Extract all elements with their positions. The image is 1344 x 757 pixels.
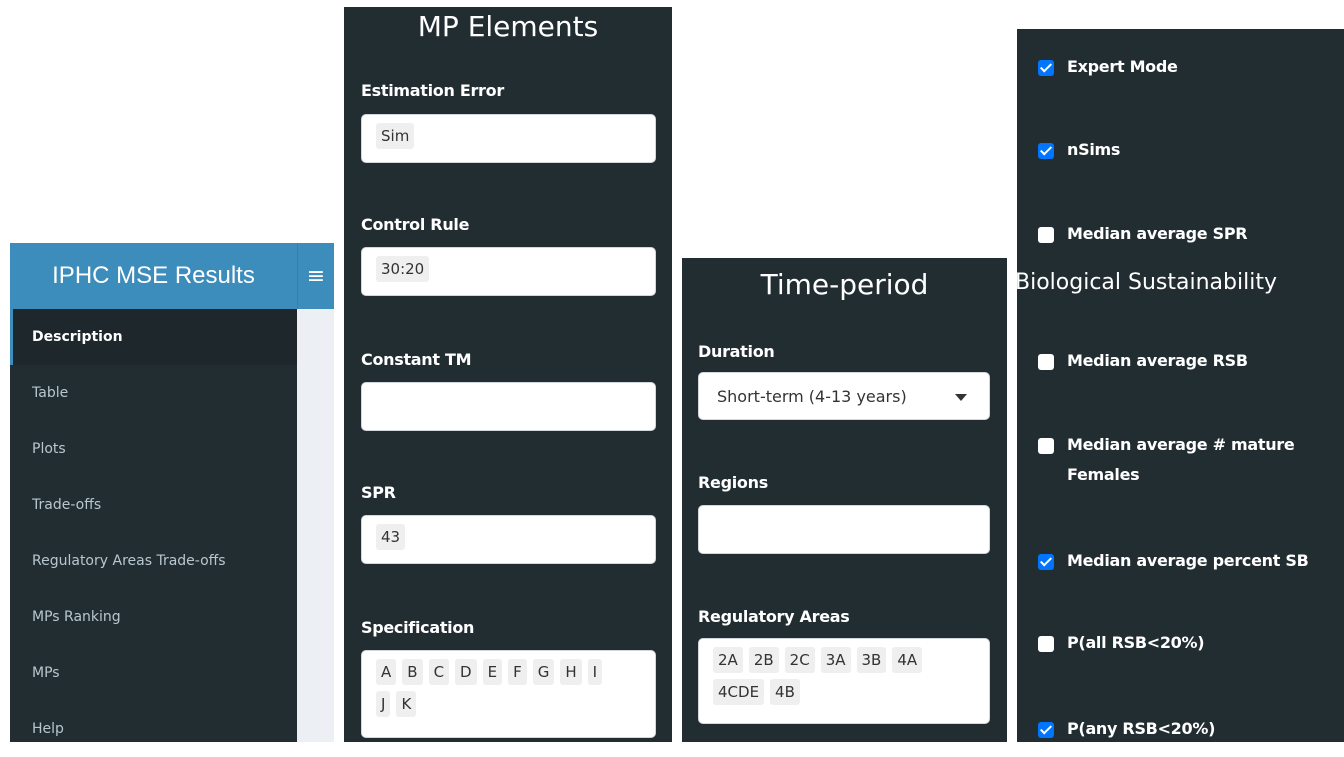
median-spr-label: Median average SPR	[1067, 224, 1248, 243]
sidebar-toggle-button[interactable]: ≡	[297, 243, 334, 309]
regulatory-areas-label: Regulatory Areas	[698, 607, 850, 626]
sidebar-item-mps-ranking[interactable]: MPs Ranking	[10, 589, 297, 645]
expert-mode-option[interactable]: Expert Mode	[1038, 57, 1178, 82]
sidebar-menu: Description Table Plots Trade-offs Regul…	[10, 309, 297, 742]
constant-tm-select[interactable]	[361, 382, 656, 431]
regulatory-area-chip[interactable]: 4CDE	[713, 679, 765, 705]
regulatory-area-chip[interactable]: 3B	[856, 647, 887, 673]
sidebar-panel: IPHC MSE Results ≡ Description Table Plo…	[10, 243, 334, 742]
regions-select[interactable]	[698, 505, 990, 554]
expert-mode-checkbox[interactable]	[1038, 60, 1054, 76]
median-percent-sb-label: Median average percent SB	[1067, 551, 1309, 570]
specification-chip[interactable]: K	[396, 691, 417, 717]
regulatory-area-chip[interactable]: 2B	[748, 647, 779, 673]
median-spr-checkbox[interactable]	[1038, 227, 1054, 243]
p-all-rsb-option[interactable]: P(all RSB<20%)	[1038, 633, 1205, 658]
estimation-error-select[interactable]: Sim	[361, 114, 656, 163]
p-any-rsb-option[interactable]: P(any RSB<20%)	[1038, 719, 1215, 742]
biological-sustainability-heading: Biological Sustainability	[1017, 270, 1277, 295]
duration-value: Short-term (4-13 years)	[717, 386, 907, 406]
regulatory-area-chip[interactable]: 2A	[713, 647, 743, 673]
median-rsb-checkbox[interactable]	[1038, 354, 1054, 370]
p-any-rsb-checkbox[interactable]	[1038, 722, 1054, 738]
p-any-rsb-label: P(any RSB<20%)	[1067, 719, 1216, 738]
specification-label: Specification	[361, 618, 475, 637]
median-percent-sb-option[interactable]: Median average percent SB	[1038, 551, 1309, 576]
regulatory-area-chip[interactable]: 4A	[892, 647, 923, 673]
specification-chip[interactable]: C	[428, 659, 450, 685]
duration-label: Duration	[698, 342, 775, 361]
sidebar-item-help[interactable]: Help	[10, 701, 297, 757]
mp-elements-panel: MP Elements Estimation Error Sim Control…	[344, 7, 672, 742]
sidebar-item-regulatory-areas-trade-offs[interactable]: Regulatory Areas Trade-offs	[10, 533, 297, 589]
control-rule-select[interactable]: 30:20	[361, 247, 656, 296]
median-mature-females-checkbox[interactable]	[1038, 438, 1054, 454]
nsims-option[interactable]: nSims	[1038, 140, 1120, 165]
specification-chip[interactable]: B	[402, 659, 423, 685]
sidebar-item-table[interactable]: Table	[10, 365, 297, 421]
metrics-options-panel: Expert Mode nSims Median average SPR Bio…	[1017, 29, 1344, 742]
median-percent-sb-checkbox[interactable]	[1038, 554, 1054, 570]
median-rsb-label: Median average RSB	[1067, 351, 1248, 370]
sidebar-item-mps[interactable]: MPs	[10, 645, 297, 701]
specification-select[interactable]: A B C D E F G H I J K	[361, 650, 656, 738]
regulatory-area-chip[interactable]: 4B	[770, 679, 800, 705]
median-mature-females-option[interactable]: Median average # mature Females	[1038, 435, 1295, 490]
p-all-rsb-label: P(all RSB<20%)	[1067, 633, 1205, 652]
duration-dropdown[interactable]: Short-term (4-13 years)	[698, 372, 990, 420]
nsims-checkbox[interactable]	[1038, 143, 1054, 159]
spr-label: SPR	[361, 483, 396, 502]
expert-mode-label: Expert Mode	[1067, 57, 1178, 76]
estimation-error-chip[interactable]: Sim	[376, 123, 415, 149]
specification-chip[interactable]: J	[376, 691, 391, 717]
specification-chip[interactable]: D	[455, 659, 477, 685]
hamburger-icon: ≡	[306, 263, 326, 289]
p-all-rsb-checkbox[interactable]	[1038, 636, 1054, 652]
specification-chip[interactable]: E	[482, 659, 503, 685]
median-mature-females-label: Median average # mature Females	[1067, 435, 1295, 484]
median-spr-option[interactable]: Median average SPR	[1038, 224, 1248, 249]
specification-chip[interactable]: F	[508, 659, 527, 685]
nsims-label: nSims	[1067, 140, 1121, 159]
control-rule-label: Control Rule	[361, 215, 470, 234]
caret-down-icon	[955, 394, 967, 401]
median-rsb-option[interactable]: Median average RSB	[1038, 351, 1248, 376]
control-rule-chip[interactable]: 30:20	[376, 256, 430, 282]
regulatory-area-chip[interactable]: 2C	[784, 647, 815, 673]
estimation-error-label: Estimation Error	[361, 81, 504, 100]
spr-chip[interactable]: 43	[376, 524, 406, 550]
specification-chip[interactable]: A	[376, 659, 397, 685]
mp-elements-title: MP Elements	[417, 10, 599, 43]
specification-chip[interactable]: H	[560, 659, 582, 685]
sidebar-item-description[interactable]: Description	[10, 309, 297, 365]
specification-chip[interactable]: G	[532, 659, 555, 685]
app-title: IPHC MSE Results	[10, 243, 297, 309]
regulatory-area-chip[interactable]: 3A	[820, 647, 851, 673]
regulatory-areas-select[interactable]: 2A 2B 2C 3A 3B 4A 4CDE 4B	[698, 638, 990, 724]
constant-tm-label: Constant TM	[361, 350, 472, 369]
specification-chip[interactable]: I	[587, 659, 603, 685]
time-period-title: Time-period	[760, 268, 929, 301]
regions-label: Regions	[698, 473, 768, 492]
spr-select[interactable]: 43	[361, 515, 656, 564]
sidebar-item-trade-offs[interactable]: Trade-offs	[10, 477, 297, 533]
time-period-panel: Time-period Duration Short-term (4-13 ye…	[682, 258, 1007, 742]
sidebar-item-plots[interactable]: Plots	[10, 421, 297, 477]
